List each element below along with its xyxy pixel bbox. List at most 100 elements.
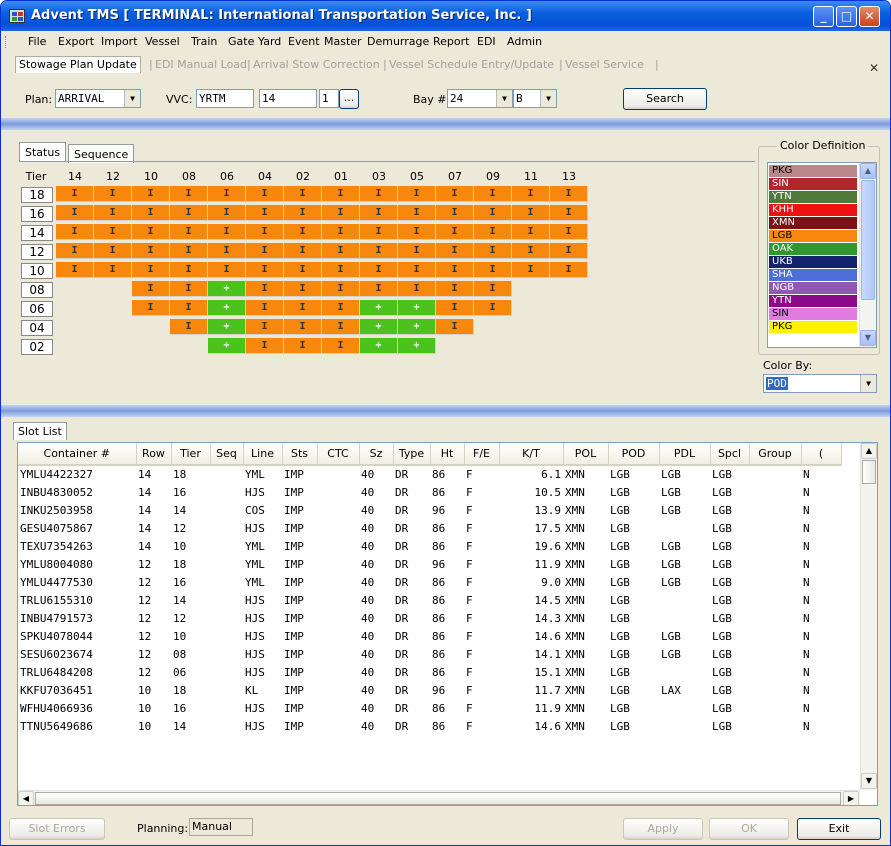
bay-slot-cell[interactable]: I bbox=[94, 262, 132, 278]
bay-slot-cell[interactable]: I bbox=[360, 186, 398, 202]
table-row[interactable]: TRLU6484208 12 06 HJS IMP 40 DR 86 F 15.1 XMN LGB LG… bbox=[18, 663, 841, 681]
column-header[interactable]: ( bbox=[801, 443, 842, 466]
bay-slot-cell[interactable]: I bbox=[436, 205, 474, 221]
bay-slot-cell[interactable]: + bbox=[398, 338, 436, 354]
tab-vessel-schedule-entry[interactable]: Vessel Schedule Entry/Update bbox=[389, 58, 554, 71]
bay-slot-cell[interactable]: + bbox=[208, 319, 246, 335]
bay-slot-cell[interactable]: I bbox=[550, 262, 588, 278]
vvc-voyage-field[interactable]: 14 bbox=[259, 89, 317, 108]
bay-slot-cell[interactable]: I bbox=[474, 224, 512, 240]
bay-slot-cell[interactable]: I bbox=[436, 281, 474, 297]
bay-slot-cell[interactable]: I bbox=[170, 205, 208, 221]
bay-slot-cell[interactable]: I bbox=[246, 224, 284, 240]
bay-slot-cell[interactable]: I bbox=[322, 243, 360, 259]
bay-slot-cell[interactable]: I bbox=[360, 205, 398, 221]
slot-list-vscrollbar[interactable]: ▲ ▼ bbox=[860, 443, 877, 790]
scroll-thumb[interactable] bbox=[35, 792, 841, 805]
bay-slot-cell[interactable]: I bbox=[512, 186, 550, 202]
bay-slot-cell[interactable]: I bbox=[170, 224, 208, 240]
menu-demurrage[interactable]: Demurrage bbox=[367, 35, 429, 48]
bay-slot-cell[interactable]: I bbox=[474, 262, 512, 278]
bay-slot-cell[interactable]: I bbox=[436, 243, 474, 259]
column-header[interactable]: Type bbox=[393, 443, 431, 466]
scroll-right-icon[interactable]: ▶ bbox=[843, 791, 859, 805]
search-button[interactable]: Search bbox=[623, 88, 707, 110]
bay-slot-cell[interactable]: I bbox=[246, 281, 284, 297]
bay-slot-cell[interactable]: I bbox=[56, 243, 94, 259]
bay-slot-cell[interactable]: I bbox=[360, 243, 398, 259]
bay-slot-cell[interactable]: I bbox=[284, 224, 322, 240]
color-definition-list[interactable]: PKG SIN YTN KHH XMN LGB OAK UKB SHA NGB YTN SIN PKG … bbox=[767, 162, 877, 348]
column-header[interactable]: Ht bbox=[430, 443, 465, 466]
bay-slot-cell[interactable]: + bbox=[208, 338, 246, 354]
column-header[interactable]: Sts bbox=[282, 443, 318, 466]
plan-select[interactable]: ARRIVAL ▼ bbox=[55, 89, 141, 108]
bay-slot-cell[interactable]: I bbox=[246, 262, 284, 278]
table-row[interactable]: TRLU6155310 12 14 HJS IMP 40 DR 86 F 14.5 XMN LGB LG… bbox=[18, 591, 841, 609]
bay-slot-cell[interactable]: I bbox=[474, 281, 512, 297]
bay-slot-cell[interactable]: I bbox=[246, 243, 284, 259]
menu-export[interactable]: Export bbox=[58, 35, 94, 48]
bay-slot-cell[interactable]: I bbox=[132, 300, 170, 316]
column-header[interactable]: Container # bbox=[18, 443, 137, 466]
bay-slot-cell[interactable]: I bbox=[474, 300, 512, 316]
table-row[interactable]: INBU4830052 14 16 HJS IMP 40 DR 86 F 10.5 XMN LGB LG… bbox=[18, 483, 841, 501]
bay-slot-cell[interactable]: I bbox=[512, 205, 550, 221]
bay-slot-cell[interactable]: I bbox=[474, 243, 512, 259]
tab-arrival-stow-correction[interactable]: Arrival Stow Correction bbox=[253, 58, 380, 71]
bay-slot-cell[interactable]: I bbox=[132, 243, 170, 259]
vvc-lookup-button[interactable]: ... bbox=[339, 89, 359, 109]
color-definition-item[interactable]: NGB bbox=[769, 282, 857, 294]
color-definition-item[interactable]: PKG bbox=[769, 165, 857, 177]
slot-list-table[interactable]: Container # Row Tier Seq Line Sts CTC Sz Type Ht F… bbox=[17, 442, 878, 806]
color-definition-item[interactable]: PKG bbox=[769, 321, 857, 333]
bay-slot-cell[interactable]: I bbox=[208, 224, 246, 240]
bay-slot-cell[interactable]: I bbox=[170, 319, 208, 335]
close-window-button[interactable]: ✕ bbox=[859, 6, 880, 27]
menu-import[interactable]: Import bbox=[101, 35, 138, 48]
table-row[interactable]: YMLU8004080 12 18 YML IMP 40 DR 96 F 11.9 XMN LGB LG… bbox=[18, 555, 841, 573]
column-header[interactable]: K/T bbox=[499, 443, 564, 466]
tab-edi-manual-load[interactable]: EDI Manual Load bbox=[155, 58, 247, 71]
bay-slot-cell[interactable]: + bbox=[398, 300, 436, 316]
vvc-call-field[interactable]: 1 bbox=[319, 89, 339, 108]
table-row[interactable]: INKU2503958 14 14 COS IMP 40 DR 96 F 13.9 XMN LGB LG… bbox=[18, 501, 841, 519]
bay-slot-cell[interactable]: I bbox=[170, 262, 208, 278]
bay-slot-cell[interactable]: I bbox=[550, 243, 588, 259]
table-row[interactable]: SESU6023674 12 08 HJS IMP 40 DR 86 F 14.1 XMN LGB LG… bbox=[18, 645, 841, 663]
tab-status[interactable]: Status bbox=[19, 142, 67, 161]
bay-slot-cell[interactable]: I bbox=[550, 224, 588, 240]
bay-slot-cell[interactable]: I bbox=[284, 281, 322, 297]
close-tab-icon[interactable]: ✕ bbox=[869, 61, 879, 75]
bay-slot-cell[interactable]: + bbox=[208, 300, 246, 316]
slot-errors-button[interactable]: Slot Errors bbox=[9, 818, 105, 840]
menu-admin[interactable]: Admin bbox=[507, 35, 542, 48]
scroll-thumb[interactable] bbox=[861, 180, 875, 300]
column-header[interactable]: Group bbox=[749, 443, 802, 466]
menu-yard[interactable]: Yard bbox=[258, 35, 281, 48]
bay-slot-cell[interactable]: I bbox=[398, 186, 436, 202]
bay-slot-cell[interactable]: I bbox=[94, 186, 132, 202]
column-header[interactable]: POD bbox=[608, 443, 660, 466]
bay-slot-cell[interactable]: I bbox=[436, 186, 474, 202]
bay-slot-cell[interactable]: I bbox=[322, 262, 360, 278]
bay-slot-cell[interactable]: I bbox=[284, 186, 322, 202]
tab-slot-list[interactable]: Slot List bbox=[13, 422, 67, 440]
bay-slot-cell[interactable]: I bbox=[170, 243, 208, 259]
column-header[interactable]: Sz bbox=[359, 443, 394, 466]
scroll-left-icon[interactable]: ◀ bbox=[18, 791, 34, 805]
bay-slot-cell[interactable]: I bbox=[474, 205, 512, 221]
bay-slot-cell[interactable]: I bbox=[474, 186, 512, 202]
chevron-down-icon[interactable]: ▼ bbox=[124, 90, 140, 107]
bay-slot-cell[interactable]: I bbox=[246, 338, 284, 354]
bay-slot-cell[interactable]: I bbox=[360, 224, 398, 240]
bay-slot-cell[interactable]: I bbox=[208, 205, 246, 221]
bay-slot-cell[interactable]: I bbox=[398, 224, 436, 240]
bay-slot-cell[interactable]: I bbox=[436, 262, 474, 278]
bay-slot-cell[interactable]: I bbox=[246, 319, 284, 335]
bay-slot-cell[interactable]: I bbox=[322, 186, 360, 202]
color-definition-item[interactable]: SIN bbox=[769, 308, 857, 320]
ok-button[interactable]: OK bbox=[709, 818, 789, 840]
color-definition-item[interactable]: KHH bbox=[769, 204, 857, 216]
bay-slot-cell[interactable]: I bbox=[94, 243, 132, 259]
